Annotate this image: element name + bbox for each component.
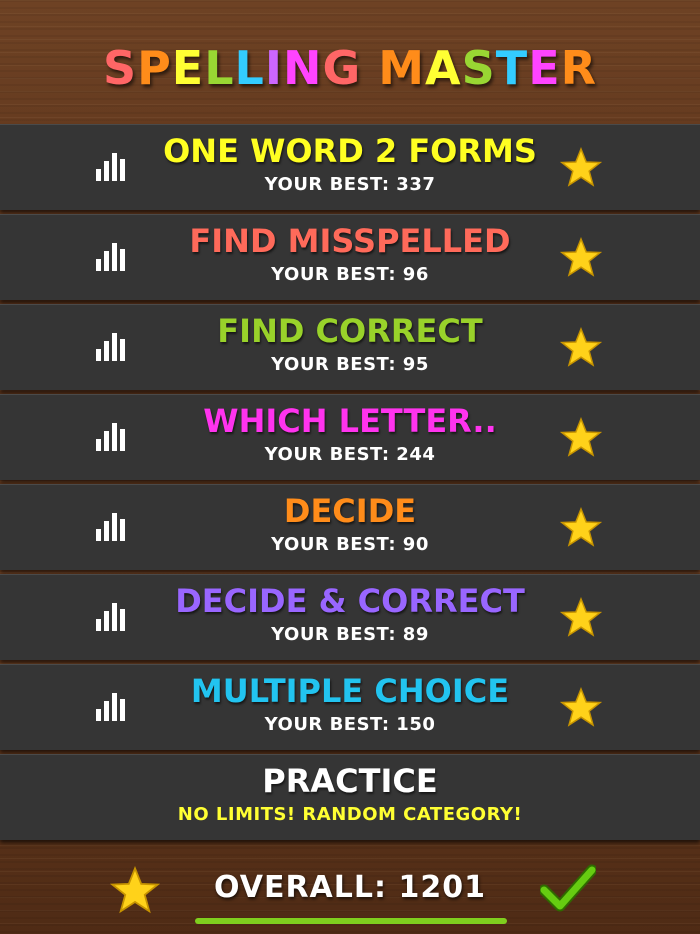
star-icon <box>560 147 602 187</box>
title-letter: S <box>461 41 496 95</box>
title-letter: E <box>528 41 561 95</box>
mode-row-find-misspelled[interactable]: FIND MISSPELLED YOUR BEST: 96 <box>0 214 700 300</box>
title-letter: R <box>560 41 598 95</box>
mode-row-one-word-2-forms[interactable]: ONE WORD 2 FORMS YOUR BEST: 337 <box>0 124 700 210</box>
title-letter: M <box>378 41 426 95</box>
title-letter <box>361 40 378 96</box>
practice-label: PRACTICE <box>262 762 438 800</box>
title-letter: E <box>171 41 205 95</box>
practice-subtitle: NO LIMITS! RANDOM CATEGORY! <box>177 804 523 825</box>
mode-row-decide[interactable]: DECIDE YOUR BEST: 90 <box>0 484 700 570</box>
practice-button[interactable]: PRACTICE NO LIMITS! RANDOM CATEGORY! <box>0 754 700 840</box>
title-letter: L <box>234 41 265 95</box>
game-title: SPELLING MASTER <box>0 40 700 96</box>
star-icon <box>560 597 602 637</box>
mode-row-decide-and-correct[interactable]: DECIDE & CORRECT YOUR BEST: 89 <box>0 574 700 660</box>
checkmark-icon[interactable] <box>540 864 596 914</box>
star-icon <box>560 327 602 367</box>
overall-progress-bar <box>195 918 507 924</box>
title-letter: P <box>137 41 172 95</box>
title-letter: S <box>102 41 138 95</box>
mode-row-find-correct[interactable]: FIND CORRECT YOUR BEST: 95 <box>0 304 700 390</box>
star-icon <box>560 687 602 727</box>
mode-row-multiple-choice[interactable]: MULTIPLE CHOICE YOUR BEST: 150 <box>0 664 700 750</box>
star-icon <box>560 237 602 277</box>
title-letter: G <box>322 41 362 95</box>
star-icon <box>560 507 602 547</box>
title-letter: A <box>425 41 462 95</box>
star-icon <box>560 417 602 457</box>
title-letter: T <box>495 41 529 95</box>
title-letter: N <box>282 41 323 95</box>
title-letter: I <box>264 41 283 95</box>
title-letter: L <box>204 41 235 95</box>
mode-row-which-letter[interactable]: WHICH LETTER.. YOUR BEST: 244 <box>0 394 700 480</box>
